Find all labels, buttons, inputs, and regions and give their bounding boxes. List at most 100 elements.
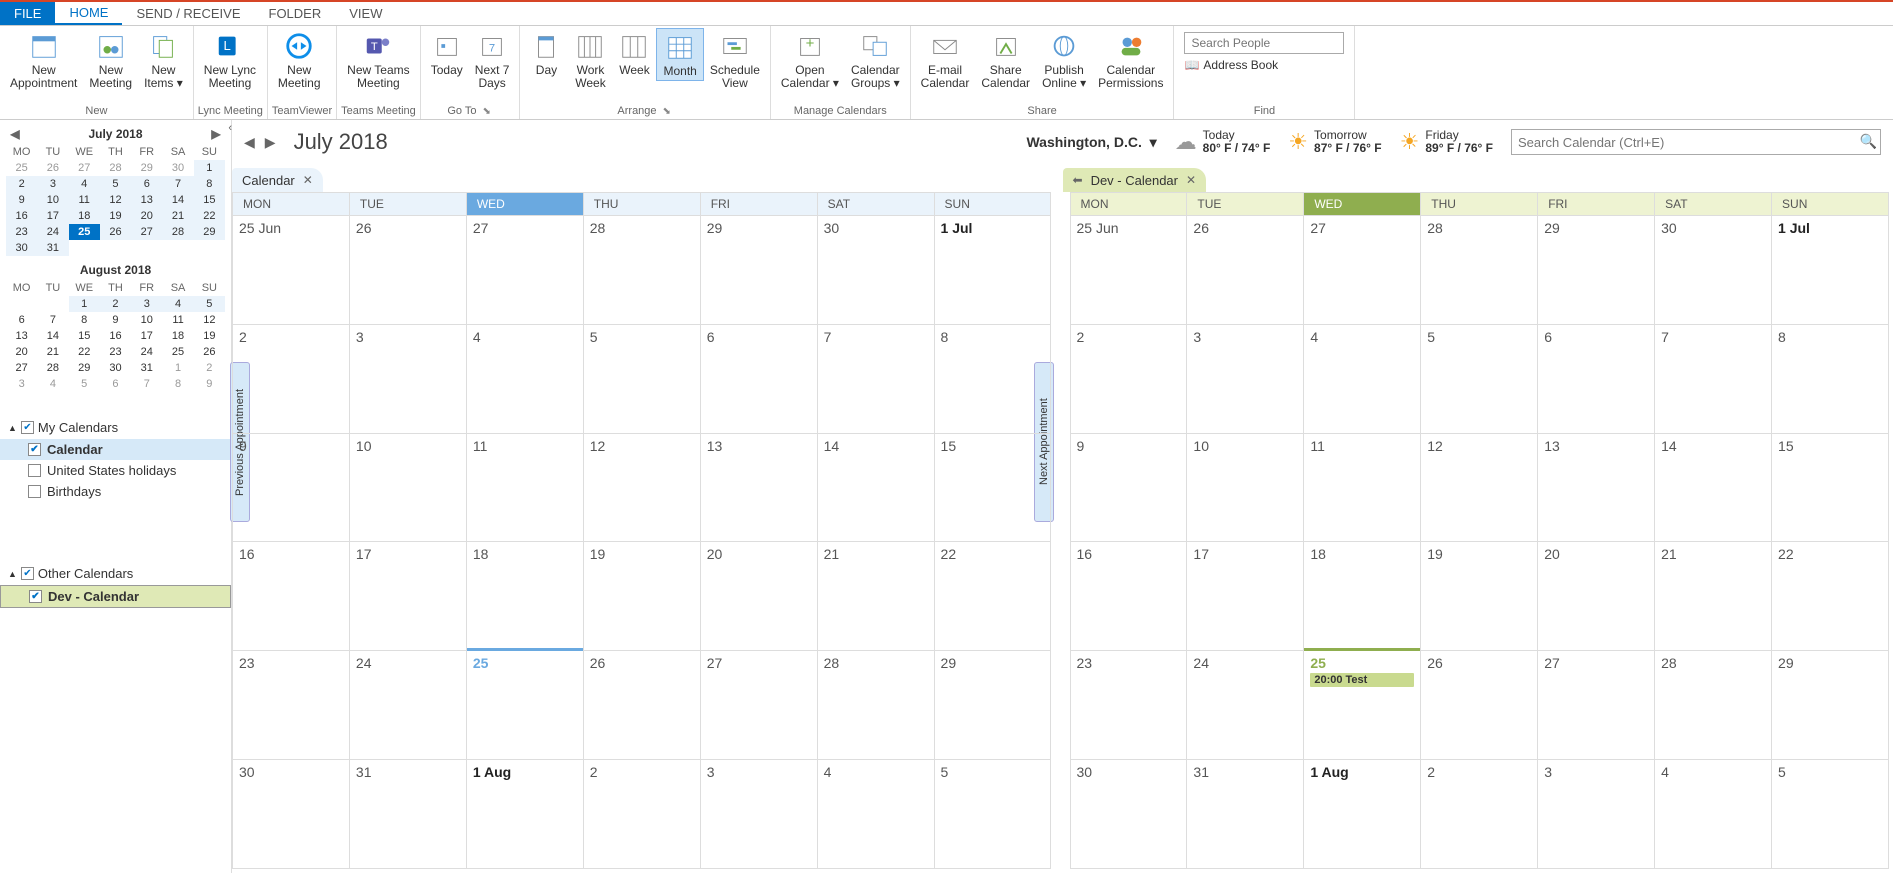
calendar-cell[interactable]: 9 [232, 434, 350, 543]
teamviewer-meeting-button[interactable]: New Meeting [272, 28, 327, 92]
calendar-cell[interactable]: 10 [350, 434, 467, 543]
calendar-cell[interactable]: 24 [1187, 651, 1304, 760]
new-appointment-button[interactable]: New Appointment [4, 28, 83, 92]
mini-next-month[interactable]: ▶ [209, 127, 223, 141]
calendar-cell[interactable]: 26 [350, 216, 467, 325]
mini-day[interactable]: 17 [37, 208, 68, 224]
open-calendar-button[interactable]: +Open Calendar ▾ [775, 28, 845, 92]
checkbox[interactable] [28, 464, 41, 477]
calendar-cell[interactable]: 10 [1187, 434, 1304, 543]
mini-day[interactable]: 10 [131, 312, 162, 328]
publish-online-button[interactable]: Publish Online ▾ [1036, 28, 1092, 92]
mini-day[interactable]: 2 [100, 296, 131, 312]
calendar-cell[interactable]: 4 [467, 325, 584, 434]
calendar-cell[interactable]: 2520:00 Test [1304, 651, 1421, 760]
mini-day[interactable]: 3 [37, 176, 68, 192]
mini-day[interactable]: 7 [131, 376, 162, 392]
mini-day[interactable]: 12 [100, 192, 131, 208]
mini-day[interactable]: 13 [6, 328, 37, 344]
mini-day[interactable]: 1 [69, 296, 100, 312]
mini-day[interactable]: 22 [69, 344, 100, 360]
mini-day[interactable]: 15 [69, 328, 100, 344]
mini-day[interactable]: 28 [162, 224, 193, 240]
mini-day[interactable]: 9 [6, 192, 37, 208]
close-tab-icon[interactable]: ✕ [303, 173, 313, 187]
calendar-cell[interactable]: 28 [584, 216, 701, 325]
calendar-cell[interactable]: 4 [1655, 760, 1772, 869]
calendar-cell[interactable]: 20 [701, 542, 818, 651]
mini-day[interactable]: 13 [131, 192, 162, 208]
mini-day[interactable]: 29 [194, 224, 225, 240]
calendar-cell[interactable]: 22 [935, 542, 1052, 651]
calendar-cell[interactable]: 16 [1070, 542, 1188, 651]
mini-day[interactable]: 16 [100, 328, 131, 344]
share-calendar-button[interactable]: Share Calendar [975, 28, 1036, 92]
new-teams-meeting-button[interactable]: TNew Teams Meeting [341, 28, 415, 92]
calendar-cell[interactable]: 11 [1304, 434, 1421, 543]
calendar-cell[interactable]: 2 [1070, 325, 1188, 434]
mini-day[interactable]: 2 [6, 176, 37, 192]
calendar-list-item[interactable]: United States holidays [0, 460, 231, 481]
mini-day[interactable]: 18 [162, 328, 193, 344]
mini-day[interactable]: 25 [162, 344, 193, 360]
tab-home[interactable]: HOME [55, 2, 122, 25]
checkbox[interactable]: ✔ [29, 590, 42, 603]
calendar-cell[interactable]: 19 [584, 542, 701, 651]
calendar-cell[interactable]: 27 [467, 216, 584, 325]
search-people-input[interactable] [1184, 32, 1344, 54]
calendar-cell[interactable]: 2 [1421, 760, 1538, 869]
mini-day[interactable]: 5 [100, 176, 131, 192]
schedule-view-button[interactable]: Schedule View [704, 28, 766, 92]
calendar-cell[interactable]: 4 [1304, 325, 1421, 434]
calendar-cell[interactable]: 29 [1538, 216, 1655, 325]
calendar-cell[interactable]: 21 [1655, 542, 1772, 651]
calendar-list-item[interactable]: ✔Calendar [0, 439, 231, 460]
mini-day[interactable]: 10 [37, 192, 68, 208]
calendar-cell[interactable]: 25 Jun [232, 216, 350, 325]
address-book-button[interactable]: 📖Address Book [1184, 58, 1344, 72]
tab-folder[interactable]: FOLDER [255, 2, 336, 25]
search-icon[interactable]: 🔍 [1860, 133, 1877, 150]
calendar-cell[interactable]: 8 [1772, 325, 1889, 434]
new-meeting-button[interactable]: New Meeting [83, 28, 138, 92]
calendar-cell[interactable]: 14 [1655, 434, 1772, 543]
calendar-cell[interactable]: 29 [701, 216, 818, 325]
month-view-button[interactable]: Month [656, 28, 703, 81]
tab-file[interactable]: FILE [0, 2, 55, 25]
mini-day[interactable]: 6 [100, 376, 131, 392]
mini-day[interactable]: 8 [194, 176, 225, 192]
mini-day[interactable]: 2 [194, 360, 225, 376]
calendar-cell[interactable]: 7 [1655, 325, 1772, 434]
mini-day[interactable]: 30 [100, 360, 131, 376]
calendar-cell[interactable]: 18 [467, 542, 584, 651]
calendar-cell[interactable]: 26 [1187, 216, 1304, 325]
mini-day[interactable]: 6 [6, 312, 37, 328]
calendar-cell[interactable]: 7 [818, 325, 935, 434]
calendar-cell[interactable]: 3 [1538, 760, 1655, 869]
calendar-cell[interactable]: 30 [1655, 216, 1772, 325]
mini-day[interactable]: 9 [194, 376, 225, 392]
next-7-days-button[interactable]: 7Next 7 Days [469, 28, 516, 92]
mini-day[interactable]: 11 [162, 312, 193, 328]
arrange-dialog-launcher[interactable]: ⬊ [661, 106, 673, 117]
mini-day[interactable]: 25 [69, 224, 100, 240]
mini-day[interactable]: 11 [69, 192, 100, 208]
mini-day[interactable]: 5 [69, 376, 100, 392]
calendar-cell[interactable]: 1 Aug [1304, 760, 1421, 869]
calendar-cell[interactable]: 1 Jul [1772, 216, 1889, 325]
mini-day[interactable]: 31 [37, 240, 68, 256]
overlay-arrow-icon[interactable]: ⬅ [1073, 173, 1083, 187]
mini-prev-month[interactable]: ◀ [8, 127, 22, 141]
mini-day[interactable]: 19 [100, 208, 131, 224]
mini-day[interactable]: 27 [69, 160, 100, 176]
calendar-cell[interactable]: 31 [1187, 760, 1304, 869]
close-tab-icon[interactable]: ✕ [1186, 173, 1196, 187]
mini-day[interactable]: 6 [131, 176, 162, 192]
mini-day[interactable]: 20 [6, 344, 37, 360]
calendar-cell[interactable]: 29 [1772, 651, 1889, 760]
mini-day[interactable]: 27 [6, 360, 37, 376]
today-button[interactable]: Today [425, 28, 469, 79]
calendar-cell[interactable]: 17 [350, 542, 467, 651]
mini-day[interactable]: 8 [69, 312, 100, 328]
mini-day[interactable]: 21 [37, 344, 68, 360]
